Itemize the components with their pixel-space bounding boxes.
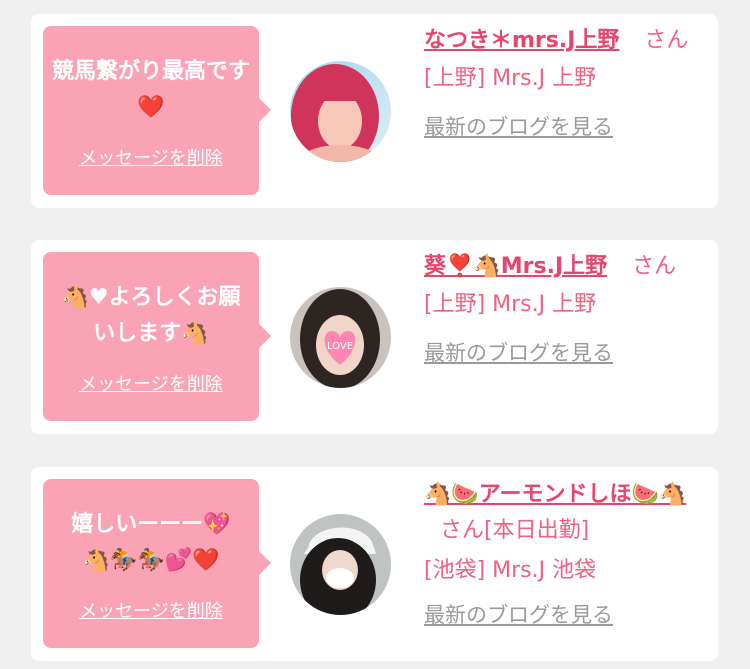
member-name-link[interactable]: 🐴🍉アーモンドしほ🍉🐴 bbox=[424, 482, 686, 507]
honorific: さん bbox=[632, 254, 677, 279]
avatar[interactable] bbox=[290, 61, 391, 162]
message-bubble: 競馬繋がり最高です❤️ メッセージを削除 bbox=[43, 26, 271, 195]
member-name-link[interactable]: なつき＊mrs.J上野 bbox=[424, 28, 619, 53]
avatar-masked-cap-icon bbox=[290, 514, 391, 615]
member-info: 葵❣️🐴Mrs.J上野 さん [上野] Mrs.J 上野 最新のブログを見る bbox=[424, 250, 709, 371]
honorific: さん[本日出勤] bbox=[440, 518, 590, 543]
delete-message-link[interactable]: メッセージを削除 bbox=[43, 144, 259, 170]
message-text: 🐴♥よろしくお願いします🐴 bbox=[61, 285, 241, 346]
latest-blog-link[interactable]: 最新のブログを見る bbox=[424, 109, 613, 145]
svg-text:LOVE: LOVE bbox=[327, 341, 353, 352]
delete-message-link[interactable]: メッセージを削除 bbox=[43, 370, 259, 396]
avatar[interactable] bbox=[290, 514, 391, 615]
latest-blog-link[interactable]: 最新のブログを見る bbox=[424, 597, 613, 633]
member-info: なつき＊mrs.J上野 さん [上野] Mrs.J 上野 最新のブログを見る bbox=[424, 24, 709, 145]
delete-message-link[interactable]: メッセージを削除 bbox=[43, 597, 259, 623]
shop-label: [上野] Mrs.J 上野 bbox=[424, 292, 597, 317]
message-text: 嬉しいーーー💖 🐴🏇🏇💕❤️ bbox=[71, 512, 231, 573]
member-info: 🐴🍉アーモンドしほ🍉🐴 さん[本日出勤] [池袋] Mrs.J 池袋 最新のブロ… bbox=[424, 477, 709, 633]
message-text: 競馬繋がり最高です❤️ bbox=[51, 59, 250, 120]
latest-blog-link[interactable]: 最新のブログを見る bbox=[424, 335, 613, 371]
avatar[interactable]: LOVE bbox=[290, 287, 391, 388]
honorific: さん bbox=[644, 28, 689, 53]
message-card: 嬉しいーーー💖 🐴🏇🏇💕❤️ メッセージを削除 🐴🍉アーモンドしほ🍉🐴 さん[本… bbox=[31, 467, 718, 661]
message-bubble: 嬉しいーーー💖 🐴🏇🏇💕❤️ メッセージを削除 bbox=[43, 479, 271, 648]
shop-label: [池袋] Mrs.J 池袋 bbox=[424, 558, 597, 583]
shop-label: [上野] Mrs.J 上野 bbox=[424, 66, 597, 91]
member-name-link[interactable]: 葵❣️🐴Mrs.J上野 bbox=[424, 254, 607, 279]
avatar-red-hair-icon bbox=[290, 61, 391, 162]
avatar-heart-face-icon: LOVE bbox=[290, 287, 391, 388]
message-bubble: 🐴♥よろしくお願いします🐴 メッセージを削除 bbox=[43, 252, 271, 421]
message-card: 競馬繋がり最高です❤️ メッセージを削除 なつき＊mrs.J上野 さん [上野]… bbox=[31, 14, 718, 208]
message-card: 🐴♥よろしくお願いします🐴 メッセージを削除 LOVE 葵❣️🐴Mrs.J上野 … bbox=[31, 240, 718, 434]
